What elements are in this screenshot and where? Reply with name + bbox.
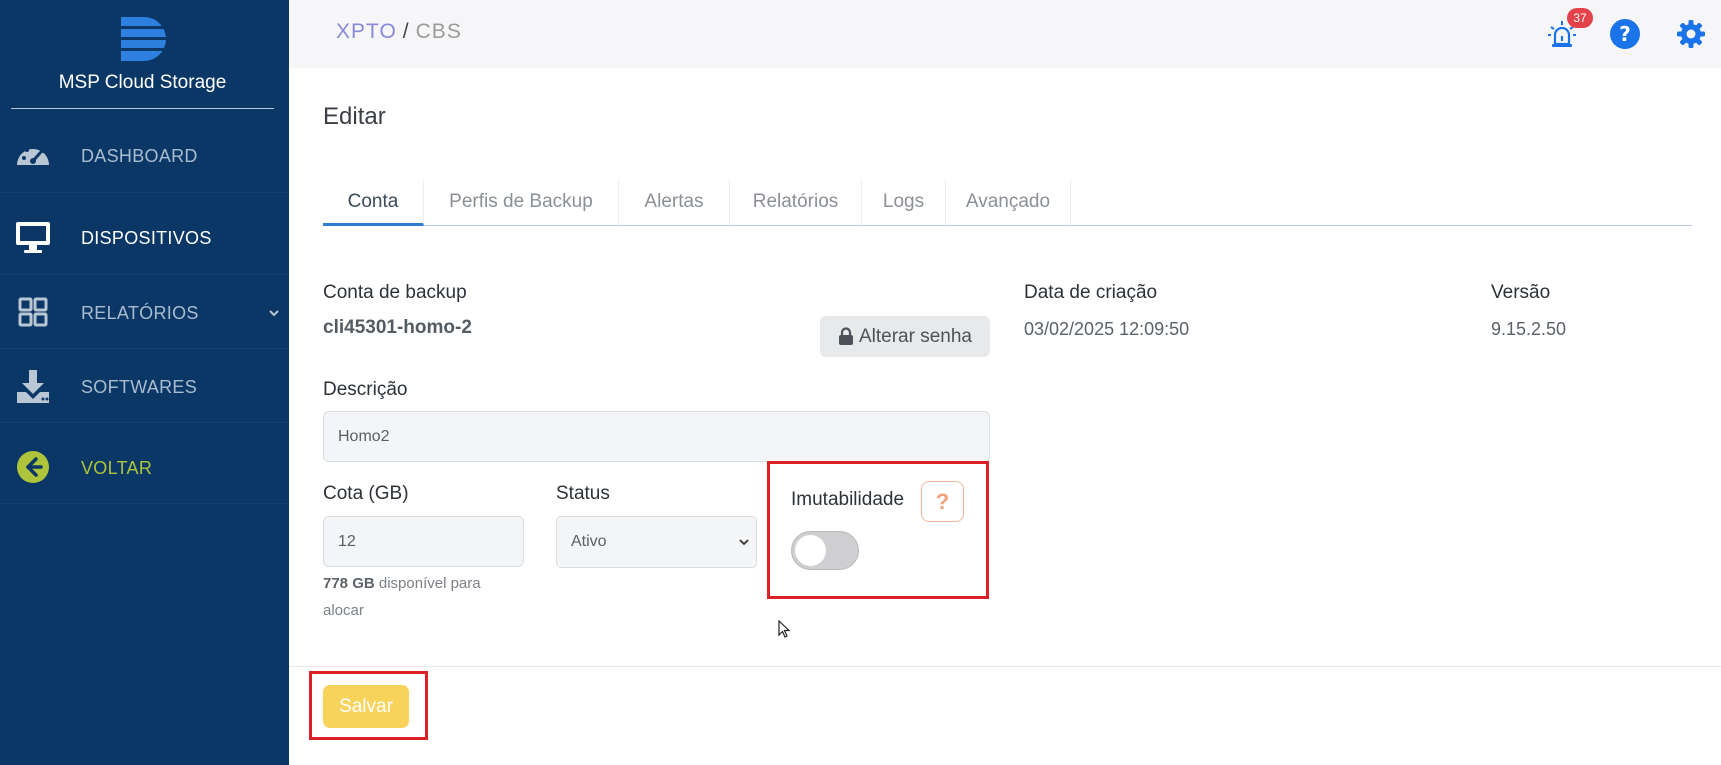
tab-avancado[interactable]: Avançado (946, 180, 1071, 226)
monitor-icon (16, 222, 50, 253)
page-title: Editar (323, 103, 386, 130)
chevron-down-icon (269, 310, 279, 317)
brand-logo-icon (121, 17, 167, 61)
mouse-cursor-icon (778, 620, 791, 638)
footer-divider (289, 666, 1721, 667)
gauge-icon (17, 145, 49, 165)
sidebar-item-label: VOLTAR (81, 458, 153, 478)
status-label: Status (556, 483, 610, 504)
help-circle-icon[interactable]: ? (1609, 18, 1641, 50)
status-selected-value: Ativo (571, 533, 607, 550)
description-input[interactable]: Homo2 (323, 411, 990, 462)
chevron-down-icon (739, 539, 749, 546)
description-label: Descrição (323, 379, 408, 400)
sidebar-item-voltar[interactable]: VOLTAR (0, 430, 289, 504)
sidebar-item-softwares[interactable]: SOFTWARES (0, 349, 289, 423)
tab-conta[interactable]: Conta (323, 180, 424, 226)
created-label: Data de criação (1024, 282, 1158, 303)
tab-relatorios[interactable]: Relatórios (730, 180, 862, 226)
account-value: cli45301-homo-2 (323, 317, 472, 338)
lock-icon (838, 327, 853, 345)
tab-bar: Conta Perfis de Backup Alertas Relatório… (323, 180, 1692, 226)
sidebar-item-label: DASHBOARD (81, 146, 198, 166)
arrow-left-circle-icon (17, 451, 49, 483)
alert-count-badge: 37 (1567, 8, 1593, 28)
save-button[interactable]: Salvar (323, 685, 409, 728)
account-label: Conta de backup (323, 282, 467, 303)
sidebar-item-label: RELATÓRIOS (81, 303, 199, 323)
sidebar-item-label: SOFTWARES (81, 377, 198, 397)
sidebar: MSP Cloud Storage DASHBOARD DISPOSITIVOS (0, 0, 289, 765)
brand-divider (11, 108, 274, 109)
gear-icon[interactable] (1675, 18, 1707, 50)
immutability-label: Imutabilidade (791, 489, 905, 510)
change-password-label: Alterar senha (858, 325, 972, 347)
svg-text:?: ? (1619, 22, 1631, 46)
breadcrumb-separator: / (402, 20, 410, 43)
version-value: 9.15.2.50 (1491, 319, 1567, 339)
topbar: XPTO / CBS (289, 0, 1721, 68)
tab-logs[interactable]: Logs (862, 180, 946, 226)
sidebar-item-label: DISPOSITIVOS (81, 228, 212, 248)
breadcrumb-current: CBS (415, 20, 462, 43)
version-label: Versão (1491, 282, 1551, 303)
breadcrumb-parent[interactable]: XPTO (336, 20, 397, 43)
status-select[interactable]: Ativo (556, 516, 757, 568)
sidebar-item-dashboard[interactable]: DASHBOARD (0, 119, 289, 193)
sidebar-item-relatorios[interactable]: RELATÓRIOS (0, 275, 289, 349)
tab-alertas[interactable]: Alertas (619, 180, 730, 226)
quota-available: 778 GB (323, 575, 375, 592)
sidebar-item-dispositivos[interactable]: DISPOSITIVOS (0, 201, 289, 275)
breadcrumb: XPTO / CBS (336, 20, 462, 44)
immutability-help-button[interactable]: ? (921, 481, 964, 522)
immutability-toggle[interactable] (791, 531, 859, 570)
quota-input[interactable]: 12 (323, 516, 524, 567)
change-password-button[interactable]: Alterar senha (820, 316, 990, 357)
tab-perfis-de-backup[interactable]: Perfis de Backup (424, 180, 619, 226)
download-icon (17, 370, 49, 403)
brand: MSP Cloud Storage (0, 0, 289, 110)
brand-name: MSP Cloud Storage (58, 72, 227, 93)
quota-label: Cota (GB) (323, 483, 409, 504)
quota-hint: 778 GB disponível para alocar (323, 570, 523, 624)
grid-icon (18, 297, 48, 327)
created-value: 03/02/2025 12:09:50 (1024, 319, 1190, 339)
toggle-knob (795, 535, 826, 566)
